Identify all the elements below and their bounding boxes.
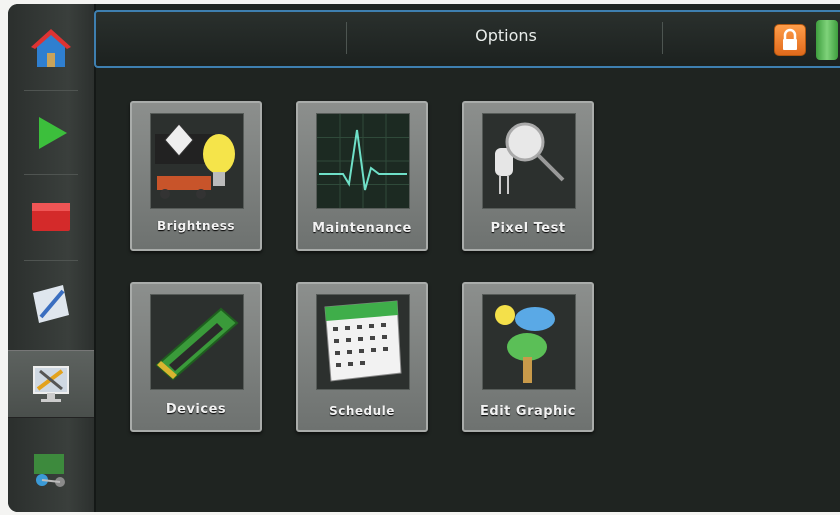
page-title: Options xyxy=(475,26,537,45)
edit-pad-icon xyxy=(33,285,69,323)
home-button[interactable] xyxy=(18,16,84,82)
lock-button[interactable] xyxy=(774,24,806,56)
devices-tile[interactable]: Devices xyxy=(130,282,262,432)
monitor-tools-icon xyxy=(33,366,69,402)
tile-label: Schedule xyxy=(329,404,395,418)
stop-icon xyxy=(32,203,70,231)
app-screen: Options Brightness Maintenance Pixel Tes… xyxy=(8,4,840,512)
network-button[interactable] xyxy=(18,436,84,502)
pixel-test-tile[interactable]: Pixel Test xyxy=(462,101,594,251)
stop-button[interactable] xyxy=(18,184,84,250)
tile-label: Devices xyxy=(165,402,227,417)
heartbeat-icon xyxy=(317,114,409,208)
tile-label: Edit Graphic xyxy=(480,404,576,419)
brightness-tile[interactable]: Brightness xyxy=(130,101,262,251)
play-button[interactable] xyxy=(18,100,84,166)
network-board-icon xyxy=(34,454,65,487)
tile-label: Brightness xyxy=(156,219,235,233)
edit-graphic-tile[interactable]: Edit Graphic xyxy=(462,282,594,432)
play-icon xyxy=(39,117,67,149)
edit-button[interactable] xyxy=(18,270,84,336)
sidebar xyxy=(8,4,96,512)
title-bar: Options xyxy=(94,10,840,68)
schedule-tile[interactable]: Schedule xyxy=(296,282,428,432)
options-button[interactable] xyxy=(8,350,94,418)
tile-label: Maintenance xyxy=(312,221,412,236)
bulb-sign-icon xyxy=(155,123,235,199)
house-icon xyxy=(31,29,71,67)
tile-label: Pixel Test xyxy=(490,221,566,236)
magnifier-led-icon xyxy=(495,122,565,194)
tree-sun-icon xyxy=(495,305,555,383)
padlock-icon xyxy=(783,28,797,50)
battery-icon xyxy=(816,20,838,60)
calendar-icon xyxy=(324,300,402,382)
memory-module-icon xyxy=(155,307,239,381)
maintenance-tile[interactable]: Maintenance xyxy=(296,101,428,251)
